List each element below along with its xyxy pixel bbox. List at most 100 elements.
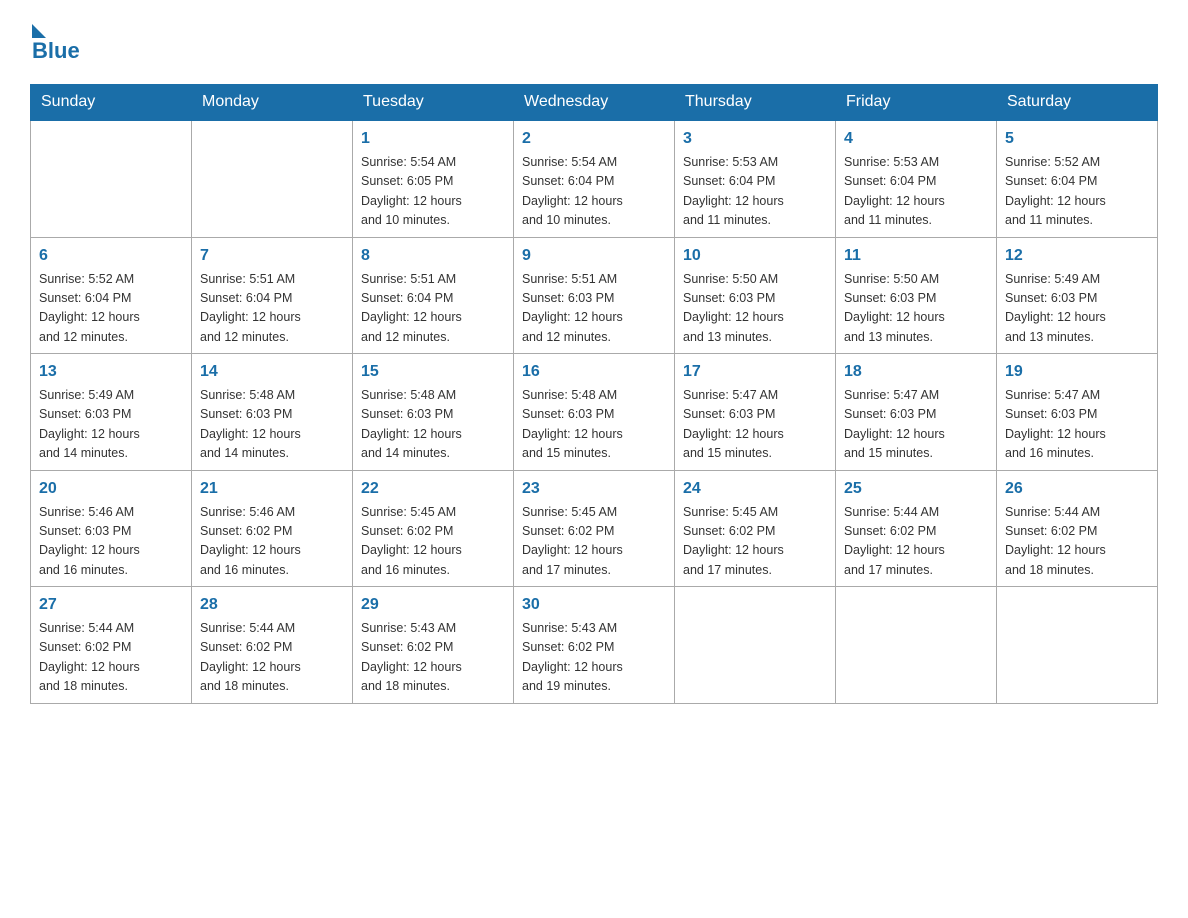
header-cell-wednesday: Wednesday	[514, 85, 675, 121]
day-info: Sunrise: 5:47 AMSunset: 6:03 PMDaylight:…	[844, 386, 988, 464]
logo: Blue	[30, 20, 80, 64]
day-info: Sunrise: 5:54 AMSunset: 6:05 PMDaylight:…	[361, 153, 505, 231]
day-number: 12	[1005, 244, 1149, 268]
week-row-2: 6Sunrise: 5:52 AMSunset: 6:04 PMDaylight…	[31, 237, 1158, 354]
day-cell: 6Sunrise: 5:52 AMSunset: 6:04 PMDaylight…	[31, 237, 192, 354]
logo-triangle-icon	[32, 24, 46, 38]
day-number: 17	[683, 360, 827, 384]
day-cell: 5Sunrise: 5:52 AMSunset: 6:04 PMDaylight…	[997, 120, 1158, 237]
header-cell-friday: Friday	[836, 85, 997, 121]
day-number: 4	[844, 127, 988, 151]
day-number: 21	[200, 477, 344, 501]
week-row-3: 13Sunrise: 5:49 AMSunset: 6:03 PMDayligh…	[31, 354, 1158, 471]
day-number: 26	[1005, 477, 1149, 501]
day-info: Sunrise: 5:50 AMSunset: 6:03 PMDaylight:…	[844, 270, 988, 348]
day-info: Sunrise: 5:48 AMSunset: 6:03 PMDaylight:…	[200, 386, 344, 464]
day-cell: 11Sunrise: 5:50 AMSunset: 6:03 PMDayligh…	[836, 237, 997, 354]
day-number: 23	[522, 477, 666, 501]
day-number: 7	[200, 244, 344, 268]
day-cell: 14Sunrise: 5:48 AMSunset: 6:03 PMDayligh…	[192, 354, 353, 471]
day-info: Sunrise: 5:53 AMSunset: 6:04 PMDaylight:…	[683, 153, 827, 231]
day-info: Sunrise: 5:52 AMSunset: 6:04 PMDaylight:…	[39, 270, 183, 348]
day-number: 27	[39, 593, 183, 617]
day-cell: 7Sunrise: 5:51 AMSunset: 6:04 PMDaylight…	[192, 237, 353, 354]
day-cell: 3Sunrise: 5:53 AMSunset: 6:04 PMDaylight…	[675, 120, 836, 237]
day-number: 5	[1005, 127, 1149, 151]
day-cell: 22Sunrise: 5:45 AMSunset: 6:02 PMDayligh…	[353, 470, 514, 587]
calendar-header: SundayMondayTuesdayWednesdayThursdayFrid…	[31, 85, 1158, 121]
day-cell: 2Sunrise: 5:54 AMSunset: 6:04 PMDaylight…	[514, 120, 675, 237]
day-cell: 28Sunrise: 5:44 AMSunset: 6:02 PMDayligh…	[192, 587, 353, 704]
day-number: 9	[522, 244, 666, 268]
day-cell: 18Sunrise: 5:47 AMSunset: 6:03 PMDayligh…	[836, 354, 997, 471]
header-cell-thursday: Thursday	[675, 85, 836, 121]
page-header: Blue	[30, 20, 1158, 64]
day-info: Sunrise: 5:53 AMSunset: 6:04 PMDaylight:…	[844, 153, 988, 231]
day-cell: 9Sunrise: 5:51 AMSunset: 6:03 PMDaylight…	[514, 237, 675, 354]
day-cell: 17Sunrise: 5:47 AMSunset: 6:03 PMDayligh…	[675, 354, 836, 471]
day-number: 13	[39, 360, 183, 384]
day-info: Sunrise: 5:44 AMSunset: 6:02 PMDaylight:…	[1005, 503, 1149, 581]
day-cell: 8Sunrise: 5:51 AMSunset: 6:04 PMDaylight…	[353, 237, 514, 354]
day-info: Sunrise: 5:47 AMSunset: 6:03 PMDaylight:…	[683, 386, 827, 464]
day-number: 28	[200, 593, 344, 617]
day-cell: 23Sunrise: 5:45 AMSunset: 6:02 PMDayligh…	[514, 470, 675, 587]
week-row-5: 27Sunrise: 5:44 AMSunset: 6:02 PMDayligh…	[31, 587, 1158, 704]
day-info: Sunrise: 5:49 AMSunset: 6:03 PMDaylight:…	[39, 386, 183, 464]
day-info: Sunrise: 5:47 AMSunset: 6:03 PMDaylight:…	[1005, 386, 1149, 464]
day-number: 8	[361, 244, 505, 268]
day-info: Sunrise: 5:44 AMSunset: 6:02 PMDaylight:…	[844, 503, 988, 581]
day-cell	[192, 120, 353, 237]
day-number: 18	[844, 360, 988, 384]
day-number: 15	[361, 360, 505, 384]
day-info: Sunrise: 5:49 AMSunset: 6:03 PMDaylight:…	[1005, 270, 1149, 348]
day-number: 10	[683, 244, 827, 268]
day-info: Sunrise: 5:44 AMSunset: 6:02 PMDaylight:…	[39, 619, 183, 697]
day-number: 20	[39, 477, 183, 501]
calendar-body: 1Sunrise: 5:54 AMSunset: 6:05 PMDaylight…	[31, 120, 1158, 703]
day-cell: 27Sunrise: 5:44 AMSunset: 6:02 PMDayligh…	[31, 587, 192, 704]
day-info: Sunrise: 5:51 AMSunset: 6:04 PMDaylight:…	[200, 270, 344, 348]
calendar-table: SundayMondayTuesdayWednesdayThursdayFrid…	[30, 84, 1158, 704]
header-cell-monday: Monday	[192, 85, 353, 121]
week-row-4: 20Sunrise: 5:46 AMSunset: 6:03 PMDayligh…	[31, 470, 1158, 587]
day-cell	[675, 587, 836, 704]
day-info: Sunrise: 5:45 AMSunset: 6:02 PMDaylight:…	[361, 503, 505, 581]
day-number: 30	[522, 593, 666, 617]
day-info: Sunrise: 5:51 AMSunset: 6:03 PMDaylight:…	[522, 270, 666, 348]
header-row: SundayMondayTuesdayWednesdayThursdayFrid…	[31, 85, 1158, 121]
logo-bottom-text: Blue	[32, 38, 80, 64]
day-cell	[997, 587, 1158, 704]
week-row-1: 1Sunrise: 5:54 AMSunset: 6:05 PMDaylight…	[31, 120, 1158, 237]
day-info: Sunrise: 5:43 AMSunset: 6:02 PMDaylight:…	[361, 619, 505, 697]
day-cell: 20Sunrise: 5:46 AMSunset: 6:03 PMDayligh…	[31, 470, 192, 587]
day-info: Sunrise: 5:46 AMSunset: 6:02 PMDaylight:…	[200, 503, 344, 581]
day-cell: 30Sunrise: 5:43 AMSunset: 6:02 PMDayligh…	[514, 587, 675, 704]
header-cell-tuesday: Tuesday	[353, 85, 514, 121]
day-cell: 10Sunrise: 5:50 AMSunset: 6:03 PMDayligh…	[675, 237, 836, 354]
day-info: Sunrise: 5:46 AMSunset: 6:03 PMDaylight:…	[39, 503, 183, 581]
day-info: Sunrise: 5:43 AMSunset: 6:02 PMDaylight:…	[522, 619, 666, 697]
day-cell: 29Sunrise: 5:43 AMSunset: 6:02 PMDayligh…	[353, 587, 514, 704]
day-number: 3	[683, 127, 827, 151]
day-cell: 25Sunrise: 5:44 AMSunset: 6:02 PMDayligh…	[836, 470, 997, 587]
day-number: 6	[39, 244, 183, 268]
day-number: 2	[522, 127, 666, 151]
day-info: Sunrise: 5:54 AMSunset: 6:04 PMDaylight:…	[522, 153, 666, 231]
day-number: 16	[522, 360, 666, 384]
day-info: Sunrise: 5:50 AMSunset: 6:03 PMDaylight:…	[683, 270, 827, 348]
day-cell: 26Sunrise: 5:44 AMSunset: 6:02 PMDayligh…	[997, 470, 1158, 587]
day-cell	[836, 587, 997, 704]
day-info: Sunrise: 5:51 AMSunset: 6:04 PMDaylight:…	[361, 270, 505, 348]
day-cell: 16Sunrise: 5:48 AMSunset: 6:03 PMDayligh…	[514, 354, 675, 471]
day-number: 24	[683, 477, 827, 501]
day-info: Sunrise: 5:44 AMSunset: 6:02 PMDaylight:…	[200, 619, 344, 697]
day-info: Sunrise: 5:45 AMSunset: 6:02 PMDaylight:…	[522, 503, 666, 581]
day-cell: 24Sunrise: 5:45 AMSunset: 6:02 PMDayligh…	[675, 470, 836, 587]
day-number: 11	[844, 244, 988, 268]
header-cell-sunday: Sunday	[31, 85, 192, 121]
day-cell: 19Sunrise: 5:47 AMSunset: 6:03 PMDayligh…	[997, 354, 1158, 471]
day-cell	[31, 120, 192, 237]
day-number: 25	[844, 477, 988, 501]
day-number: 14	[200, 360, 344, 384]
